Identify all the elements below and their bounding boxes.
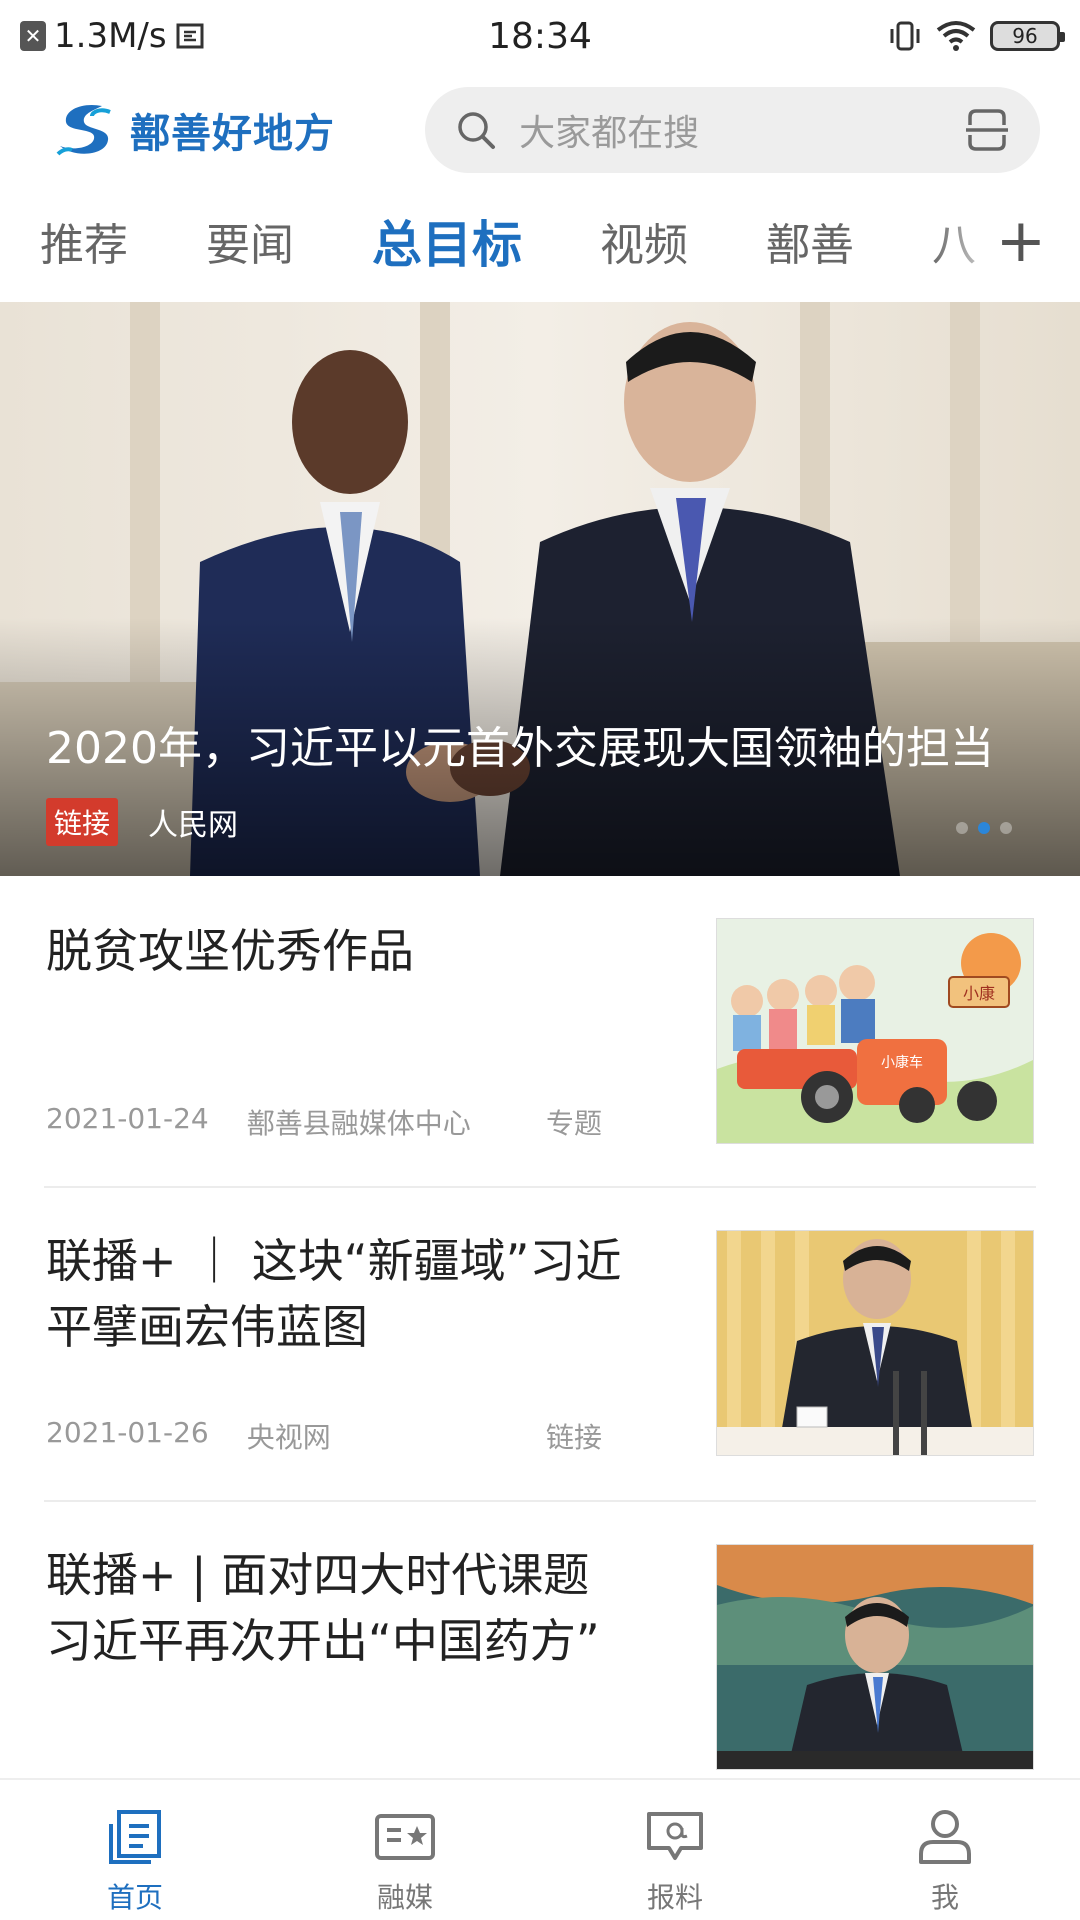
item-date: 2021-01-26 — [46, 1416, 209, 1449]
app-logo[interactable]: 鄯善好地方 — [52, 100, 375, 160]
tab-recommend[interactable]: 推荐 — [40, 209, 128, 273]
tab-shanshan[interactable]: 鄯善 — [766, 209, 854, 273]
item-thumbnail — [716, 1544, 1034, 1770]
link-badge: 链接 — [46, 798, 119, 846]
logo-icon — [56, 104, 111, 156]
carousel-dot[interactable] — [956, 822, 968, 834]
search-bar[interactable]: 大家都在搜 — [425, 87, 1040, 173]
nav-profile[interactable]: 我 — [810, 1780, 1080, 1920]
app-name: 鄯善好地方 — [130, 111, 335, 157]
hero-title[interactable]: 2020年，习近平以元首外交展现大国领袖的担当 — [46, 712, 1026, 776]
vibrate-icon — [890, 21, 920, 51]
nav-label: 融媒 — [376, 1881, 433, 1914]
item-date: 2021-01-24 — [46, 1102, 209, 1135]
media-icon — [375, 1814, 435, 1860]
list-item[interactable]: 联播+ | 面对四大时代课题 习近平再次开出“中国药方” — [44, 1502, 1036, 1770]
scan-icon[interactable] — [964, 107, 1010, 153]
item-meta: 2021-01-26 央视网 链接 — [46, 1416, 666, 1456]
tab-general-goal[interactable]: 总目标 — [372, 205, 522, 277]
hero-source: 人民网 — [148, 808, 239, 843]
item-title: 脱贫攻坚优秀作品 — [46, 924, 414, 978]
thumb-caption: 小康 — [963, 984, 995, 1003]
item-thumbnail — [716, 1230, 1034, 1456]
hero-meta: 链接 人民网 — [46, 798, 238, 846]
list-item[interactable]: 联播+ ｜ 这块“新疆域”习近平擘画宏伟蓝图 2021-01-26 央视网 链接 — [44, 1188, 1036, 1502]
nav-home[interactable]: 首页 — [0, 1780, 270, 1920]
hero-banner[interactable]: 2020年，习近平以元首外交展现大国领袖的担当 链接 人民网 — [0, 302, 1080, 876]
carousel-dots — [956, 822, 1012, 834]
nav-media[interactable]: 融媒 — [270, 1780, 540, 1920]
item-title: 联播+ ｜ 这块“新疆域”习近平擘画宏伟蓝图 — [46, 1234, 622, 1354]
tab-headlines[interactable]: 要闻 — [206, 209, 294, 273]
nav-report[interactable]: 报料 — [540, 1780, 810, 1920]
nav-label: 报料 — [646, 1881, 703, 1914]
bottom-nav: 首页 融媒 报料 我 — [0, 1778, 1080, 1920]
item-tag: 链接 — [545, 1421, 602, 1454]
close-notification-icon: ✕ — [20, 21, 46, 51]
status-bar: ✕ 1.3M/s 18:34 96 — [0, 0, 1080, 72]
item-source: 央视网 — [246, 1421, 331, 1454]
profile-icon — [919, 1810, 971, 1864]
tab-video[interactable]: 视频 — [600, 209, 688, 273]
tabs-more: + — [930, 196, 1080, 286]
network-speed: 1.3M/s — [54, 16, 167, 56]
battery-level: 96 — [1012, 24, 1038, 48]
home-icon — [109, 1810, 161, 1864]
add-channel-icon[interactable]: + — [996, 211, 1046, 271]
thumb-caption: 小康车 — [881, 1054, 923, 1071]
carousel-dot[interactable] — [1000, 822, 1012, 834]
report-icon — [647, 1812, 703, 1860]
item-source: 鄯善县融媒体中心 — [246, 1107, 471, 1140]
screen-record-icon — [176, 23, 204, 49]
app-header: 鄯善好地方 大家都在搜 — [0, 80, 1080, 180]
battery-icon: 96 — [990, 21, 1065, 51]
clock: 18:34 — [488, 15, 592, 57]
status-bar-right: 96 — [680, 19, 1065, 53]
nav-label: 我 — [930, 1881, 959, 1914]
carousel-dot-active[interactable] — [978, 822, 990, 834]
news-feed: 脱贫攻坚优秀作品 2021-01-24 鄯善县融媒体中心 专题 小康 小康车 联… — [0, 876, 1080, 1770]
wifi-icon — [936, 21, 976, 51]
search-placeholder: 大家都在搜 — [519, 113, 700, 154]
nav-label: 首页 — [106, 1881, 163, 1914]
item-meta: 2021-01-24 鄯善县融媒体中心 专题 — [46, 1102, 666, 1142]
search-icon — [458, 112, 496, 149]
item-title: 联播+ | 面对四大时代课题 习近平再次开出“中国药方” — [46, 1548, 600, 1668]
channel-tabs: 推荐 要闻 总目标 视频 鄯善 八 + — [0, 196, 1080, 286]
item-tag: 专题 — [545, 1107, 602, 1140]
hero-photo — [0, 302, 1080, 876]
status-bar-left: ✕ 1.3M/s — [20, 16, 400, 56]
list-item[interactable]: 脱贫攻坚优秀作品 2021-01-24 鄯善县融媒体中心 专题 小康 小康车 — [44, 876, 1036, 1188]
item-thumbnail: 小康 小康车 — [716, 918, 1034, 1144]
